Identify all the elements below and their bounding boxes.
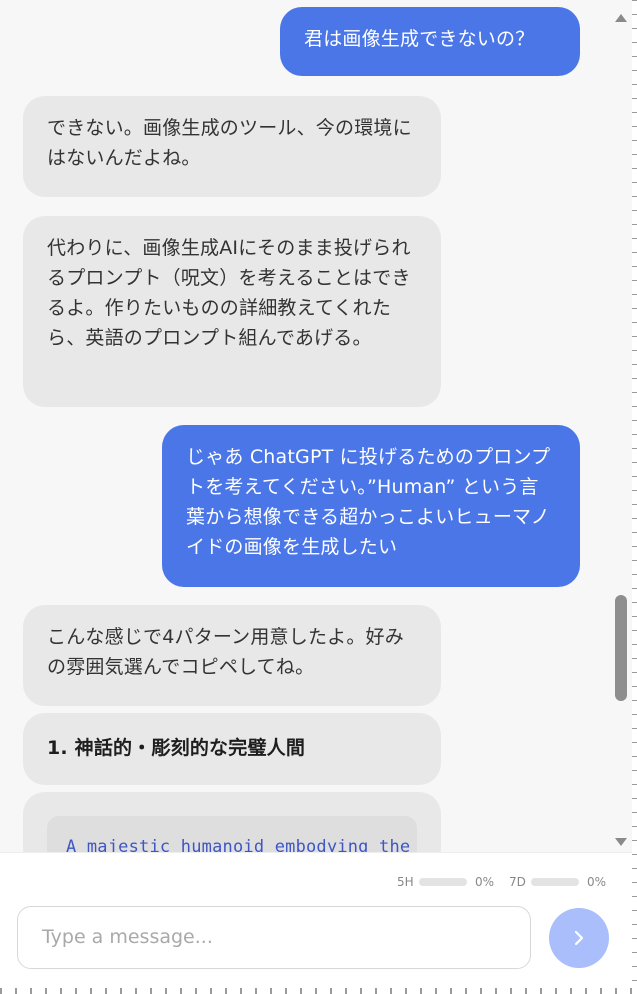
window-edge (632, 0, 637, 994)
user-message: じゃあ ChatGPT に投げるためのプロンプトを考えてください。”Human”… (162, 425, 580, 587)
message-heading-text: 1. 神話的・彫刻的な完璧人間 (47, 737, 306, 759)
usage-7d-bar (531, 878, 579, 886)
window-bottom-edge (0, 988, 637, 994)
scrollbar[interactable] (610, 0, 632, 852)
usage-5h-label: 5H (397, 875, 414, 889)
composer-area: 5H 0% 7D 0% Type a message... (0, 852, 632, 988)
scroll-up-arrow-icon[interactable] (615, 14, 627, 22)
assistant-message: できない。画像生成のツール、今の環境にはないんだよね。 (23, 96, 441, 197)
scroll-thumb[interactable] (615, 595, 627, 701)
message-input[interactable]: Type a message... (17, 906, 531, 969)
message-text: 代わりに、画像生成AIにそのまま投げられるプロンプト（呪文）を考えることはできる… (47, 237, 411, 349)
usage-7d-value: 0% (587, 875, 607, 889)
usage-7d-label: 7D (509, 875, 526, 889)
usage-5h: 5H 0% (397, 874, 494, 890)
chevron-right-icon (574, 930, 584, 946)
message-text: 君は画像生成できないの？ (304, 28, 535, 50)
send-button[interactable] (549, 908, 609, 968)
code-block[interactable]: A majestic humanoid embodying the (47, 816, 417, 852)
user-message: 君は画像生成できないの？ (280, 7, 580, 76)
assistant-message: 代わりに、画像生成AIにそのまま投げられるプロンプト（呪文）を考えることはできる… (23, 216, 441, 407)
usage-5h-bar (419, 878, 467, 886)
assistant-message-heading: 1. 神話的・彫刻的な完璧人間 (23, 713, 441, 785)
chat-messages[interactable]: 君は画像生成できないの？ できない。画像生成のツール、今の環境にはないんだよね。… (0, 0, 610, 852)
message-text: できない。画像生成のツール、今の環境にはないんだよね。 (47, 117, 412, 169)
assistant-code-message: A majestic humanoid embodying the (23, 792, 441, 852)
message-input-placeholder: Type a message... (42, 926, 213, 948)
code-text: A majestic humanoid embodying the (66, 837, 411, 852)
scroll-down-arrow-icon[interactable] (615, 838, 627, 846)
assistant-message: こんな感じで4パターン用意したよ。好みの雰囲気選んでコピペしてね。 (23, 605, 441, 706)
usage-5h-value: 0% (475, 875, 495, 889)
message-text: じゃあ ChatGPT に投げるためのプロンプトを考えてください。”Human”… (186, 446, 551, 558)
usage-7d: 7D 0% (509, 874, 606, 890)
message-text: こんな感じで4パターン用意したよ。好みの雰囲気選んでコピペしてね。 (47, 626, 404, 678)
